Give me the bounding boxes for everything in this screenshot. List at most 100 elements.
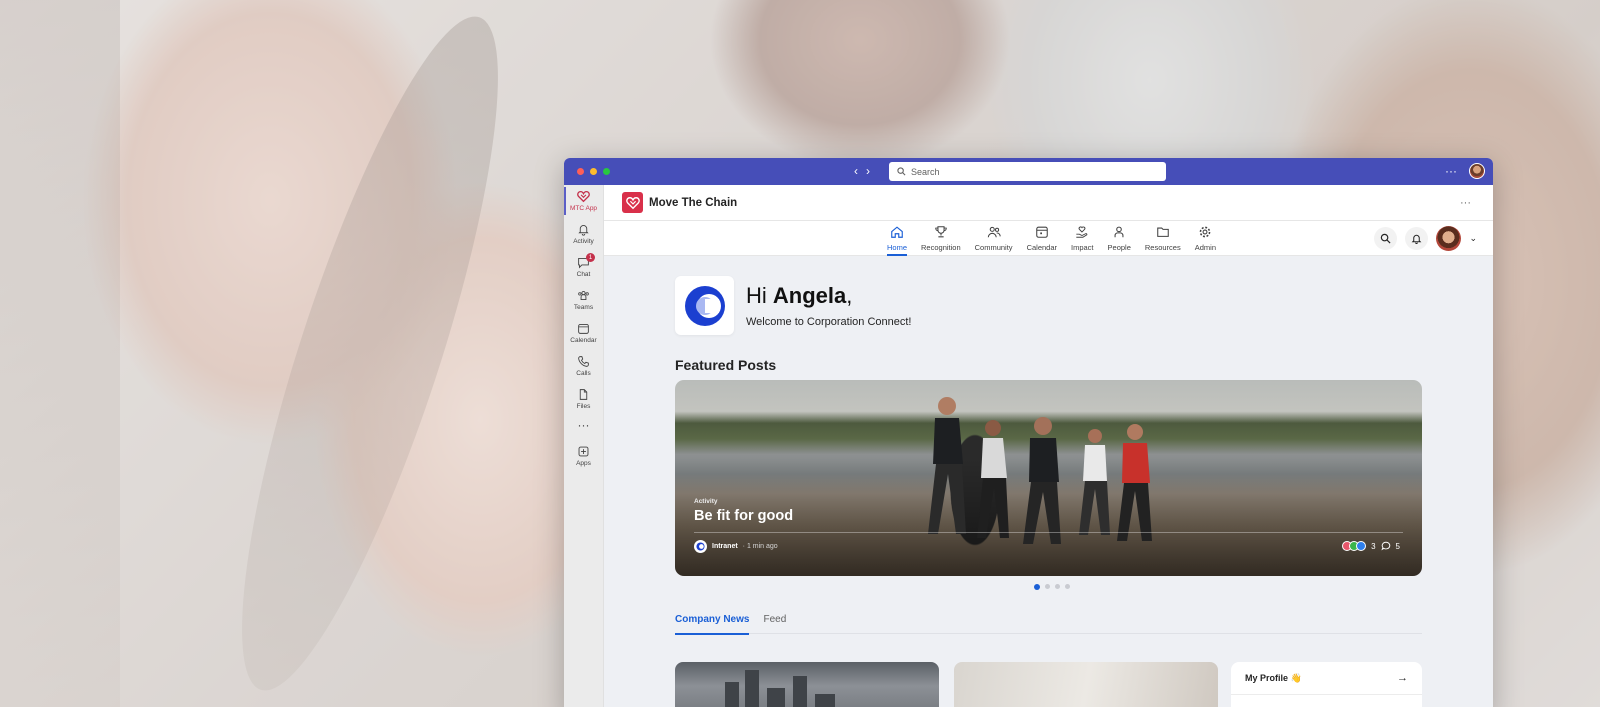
- teams-icon: [578, 290, 589, 301]
- more-options-icon[interactable]: ···: [1460, 197, 1471, 209]
- pager-dot[interactable]: [1065, 584, 1070, 589]
- back-arrow-icon[interactable]: ‹: [854, 164, 858, 178]
- hand-heart-icon: [1076, 226, 1088, 238]
- rail-more-icon[interactable]: ···: [564, 416, 603, 440]
- file-icon: [579, 389, 588, 400]
- add-apps-icon: [578, 446, 589, 457]
- close-window-button[interactable]: [577, 168, 584, 175]
- rail-item-teams[interactable]: Teams: [564, 284, 603, 317]
- pager-dot[interactable]: [1045, 584, 1050, 589]
- maximize-window-button[interactable]: [603, 168, 610, 175]
- app-logo: [622, 192, 643, 213]
- history-nav: ‹ ›: [854, 164, 870, 178]
- reactions-icon[interactable]: [1342, 541, 1367, 551]
- my-profile-title: My Profile 👋: [1245, 672, 1302, 683]
- user-avatar[interactable]: [1469, 163, 1485, 179]
- calendar-icon: [1036, 226, 1048, 238]
- nav-item-community[interactable]: Community: [968, 225, 1020, 256]
- nav-item-calendar[interactable]: Calendar: [1020, 225, 1064, 256]
- rail-item-label: Teams: [573, 304, 594, 311]
- rail-item-calendar[interactable]: Calendar: [564, 317, 603, 350]
- more-options-icon[interactable]: ···: [1445, 164, 1457, 178]
- nav-item-label: Home: [887, 243, 908, 252]
- tab-feed[interactable]: Feed: [763, 614, 786, 634]
- post-title[interactable]: Be fit for good: [694, 508, 793, 524]
- nav-item-label: Recognition: [921, 243, 961, 252]
- my-profile-card: My Profile 👋 →: [1231, 662, 1422, 707]
- rail-item-files[interactable]: Files: [564, 383, 603, 416]
- profile-avatar[interactable]: [1436, 226, 1462, 251]
- welcome-text: Welcome to Corporation Connect!: [746, 316, 912, 328]
- news-tabs: Company News Feed: [675, 614, 1422, 635]
- greeting-heading: Hi Angela,: [746, 283, 853, 308]
- heart-logo-icon: [625, 196, 640, 209]
- carousel-pager: [1034, 584, 1070, 590]
- greeting: Hi Angela, Welcome to Corporation Connec…: [675, 276, 912, 335]
- corporation-logo: [675, 276, 734, 335]
- minimize-window-button[interactable]: [590, 168, 597, 175]
- divider: [694, 532, 1403, 533]
- forward-arrow-icon[interactable]: ›: [866, 164, 870, 178]
- rail-item-label: Apps: [576, 460, 591, 467]
- nav-item-recognition[interactable]: Recognition: [914, 225, 968, 256]
- nav-item-label: People: [1107, 243, 1131, 252]
- bell-icon: [578, 225, 589, 236]
- nav-item-label: Resources: [1144, 243, 1181, 252]
- rail-item-apps[interactable]: Apps: [564, 440, 603, 473]
- gear-icon: [1200, 226, 1211, 238]
- news-card[interactable]: [675, 662, 939, 707]
- notifications-button[interactable]: [1405, 227, 1429, 250]
- person-icon: [1114, 226, 1124, 238]
- chevron-down-icon[interactable]: ⌄: [1469, 233, 1477, 244]
- nav-item-admin[interactable]: Admin: [1188, 225, 1223, 256]
- runners-image: [928, 397, 1152, 544]
- comment-count: 5: [1395, 541, 1400, 551]
- post-time: · 1 min ago: [742, 543, 778, 550]
- post-source: Intranet: [712, 543, 738, 550]
- rail-item-label: Chat: [576, 271, 591, 278]
- window-controls: [577, 168, 610, 175]
- app-rail: MTC App Activity 1 Chat Teams Calendar C…: [564, 185, 604, 707]
- phone-icon: [578, 356, 589, 367]
- rail-item-label: Files: [576, 403, 591, 410]
- post-stats: 3 5: [1342, 541, 1400, 551]
- nav-item-people[interactable]: People: [1101, 225, 1138, 256]
- search-icon: [897, 167, 906, 176]
- rail-item-label: Calls: [576, 370, 591, 377]
- app-window: ‹ › Search ··· MTC App Activity 1 Chat T…: [564, 158, 1493, 707]
- user-name: Angela: [772, 283, 847, 308]
- rail-item-mtc-app[interactable]: MTC App: [564, 185, 603, 218]
- calendar-icon: [578, 323, 589, 334]
- reaction-count: 3: [1371, 541, 1376, 551]
- featured-posts-title: Featured Posts: [675, 357, 777, 373]
- nav-item-label: Calendar: [1026, 243, 1057, 252]
- home-icon: [891, 226, 903, 238]
- nav-item-label: Impact: [1071, 243, 1094, 252]
- nav-item-label: Community: [974, 243, 1013, 252]
- app-title: Move The Chain: [649, 196, 738, 209]
- titlebar-right: ···: [1445, 163, 1485, 179]
- pager-dot[interactable]: [1034, 584, 1040, 590]
- rail-item-calls[interactable]: Calls: [564, 350, 603, 383]
- comment-icon[interactable]: [1380, 541, 1391, 551]
- bell-icon: [1412, 234, 1422, 244]
- featured-post-card[interactable]: Activity Be fit for good Intranet · 1 mi…: [675, 380, 1422, 576]
- rail-item-chat[interactable]: 1 Chat: [564, 251, 603, 284]
- nav-item-home[interactable]: Home: [880, 225, 914, 256]
- nav-item-label: Admin: [1194, 243, 1216, 252]
- pager-dot[interactable]: [1055, 584, 1060, 589]
- search-button[interactable]: [1374, 227, 1398, 250]
- nav-item-resources[interactable]: Resources: [1138, 225, 1188, 256]
- top-nav: Home Recognition Community Calendar Impa…: [604, 221, 1493, 256]
- folder-icon: [1157, 227, 1169, 237]
- intranet-logo-icon: [694, 540, 707, 553]
- search-input[interactable]: Search: [889, 162, 1166, 181]
- post-meta: Intranet · 1 min ago: [694, 540, 778, 553]
- arrow-right-icon[interactable]: →: [1397, 672, 1408, 684]
- nav-item-impact[interactable]: Impact: [1064, 225, 1101, 256]
- title-bar: ‹ › Search ···: [564, 158, 1493, 185]
- news-card[interactable]: [954, 662, 1218, 707]
- app-header: Move The Chain ···: [604, 185, 1493, 221]
- tab-company-news[interactable]: Company News: [675, 614, 750, 635]
- rail-item-activity[interactable]: Activity: [564, 218, 603, 251]
